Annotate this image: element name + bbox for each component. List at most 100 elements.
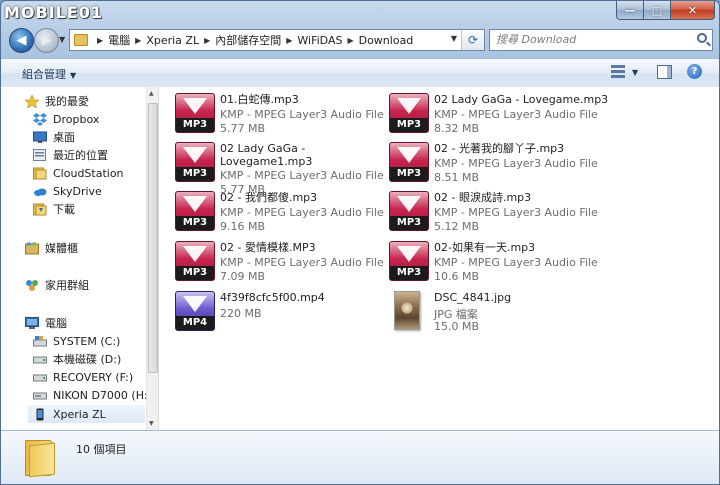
file-type: KMP - MPEG Layer3 Audio File	[434, 108, 598, 121]
file-item[interactable]: MP3 01.白蛇傳.mp3 KMP - MPEG Layer3 Audio F…	[158, 89, 384, 135]
watermark-logo: MOBILE01	[4, 3, 104, 22]
change-view-icon[interactable]	[611, 65, 625, 79]
address-history-dropdown[interactable]: ▼	[451, 34, 457, 43]
file-item[interactable]: MP3 02-如果有一天.mp3 KMP - MPEG Layer3 Audio…	[372, 237, 598, 283]
file-size: 7.09 MB	[220, 270, 266, 283]
file-size: 15.0 MB	[434, 320, 480, 333]
recent-pages-dropdown[interactable]: ▼	[59, 35, 65, 44]
file-type: KMP - MPEG Layer3 Audio File	[434, 157, 598, 170]
file-item[interactable]: DSC_4841.jpg JPG 檔案 15.0 MB	[372, 287, 582, 333]
nav-label: CloudStation	[53, 166, 124, 180]
navigation-pane[interactable]: 我的最愛 Dropbox 桌面 最近的位置 CloudStation SkyDr…	[1, 87, 146, 430]
refresh-button[interactable]: ⟳	[461, 30, 484, 50]
nav-item-recent-places[interactable]: 最近的位置	[33, 146, 145, 164]
desktop-icon	[33, 131, 47, 144]
nav-item-desktop[interactable]: 桌面	[33, 128, 145, 146]
mp3-file-icon: MP3	[175, 142, 215, 182]
file-item[interactable]: MP3 02 - 愛情模樣.MP3 KMP - MPEG Layer3 Audi…	[158, 237, 384, 283]
nav-item-skydrive[interactable]: SkyDrive	[33, 182, 145, 200]
file-list: MP3 01.白蛇傳.mp3 KMP - MPEG Layer3 Audio F…	[158, 87, 719, 430]
nav-label: 媒體櫃	[45, 242, 78, 255]
nav-label: Dropbox	[53, 112, 100, 126]
mp3-file-icon: MP3	[175, 241, 215, 281]
breadcrumb-computer[interactable]: 電腦	[108, 32, 130, 48]
file-name: 02 - 愛情模樣.MP3	[220, 241, 316, 254]
refresh-icon: ⟳	[467, 33, 479, 47]
nav-item-drive-f[interactable]: RECOVERY (F:)	[33, 368, 145, 386]
dropbox-icon	[33, 112, 47, 126]
nav-favorites[interactable]: 我的最愛	[24, 92, 145, 110]
chevron-right-icon[interactable]: ▶	[97, 36, 103, 45]
phone-icon	[33, 408, 47, 421]
address-bar[interactable]: ▶ 電腦 ▶ Xperia ZL ▶ 內部儲存空間 ▶ WiFiDAS ▶ Do…	[69, 29, 485, 51]
file-size: 220 MB	[220, 307, 262, 320]
content-area: 我的最愛 Dropbox 桌面 最近的位置 CloudStation SkyDr…	[1, 87, 719, 430]
scrollbar-thumb[interactable]	[148, 103, 158, 373]
breadcrumb-storage[interactable]: 內部儲存空間	[215, 32, 281, 48]
preview-pane-icon[interactable]	[657, 65, 672, 79]
chevron-right-icon[interactable]: ▶	[135, 36, 141, 45]
computer-icon	[25, 316, 39, 330]
recent-places-icon	[33, 148, 47, 162]
breadcrumb-download[interactable]: Download	[359, 34, 414, 47]
nav-libraries[interactable]: 媒體櫃	[25, 239, 145, 257]
title-bar[interactable]: MOBILE01 — □ ✕	[1, 1, 719, 25]
file-size: 5.12 MB	[434, 220, 480, 233]
folder-icon	[25, 438, 55, 478]
breadcrumb-wifidas[interactable]: WiFiDAS	[297, 34, 342, 47]
help-icon[interactable]: ?	[687, 64, 702, 79]
cloud-icon	[33, 185, 47, 198]
nav-label: 我的最愛	[45, 95, 89, 108]
scroll-down-icon[interactable]: ▼	[149, 420, 154, 427]
breadcrumb-device[interactable]: Xperia ZL	[146, 34, 199, 47]
close-button[interactable]: ✕	[671, 1, 715, 20]
chevron-right-icon[interactable]: ▶	[286, 36, 292, 45]
nav-item-downloads[interactable]: 下載	[33, 200, 145, 218]
chevron-right-icon[interactable]: ▶	[204, 36, 210, 45]
explorer-window: MOBILE01 — □ ✕ ◀ ▶ ▼ ▶ 電腦 ▶ Xperia ZL ▶ …	[0, 0, 720, 485]
nav-item-drive-h[interactable]: NIKON D7000 (H:)	[33, 386, 146, 404]
nav-computer[interactable]: 電腦	[25, 314, 145, 332]
file-item[interactable]: MP3 02 - 光著我的腳丫子.mp3 KMP - MPEG Layer3 A…	[372, 138, 598, 184]
chevron-right-icon[interactable]: ▶	[347, 36, 353, 45]
maximize-button[interactable]: □	[644, 1, 671, 20]
file-size: 9.16 MB	[220, 220, 266, 233]
organize-menu[interactable]: 組合管理 ▼	[22, 66, 76, 82]
file-name: DSC_4841.jpg	[434, 291, 512, 304]
image-thumbnail	[394, 291, 420, 330]
nav-item-drive-d[interactable]: 本機磁碟 (D:)	[33, 350, 145, 368]
back-button[interactable]: ◀	[9, 28, 34, 53]
nav-label: SYSTEM (C:)	[53, 334, 121, 348]
mp3-file-icon: MP3	[175, 93, 215, 133]
search-input[interactable]	[490, 30, 686, 48]
nav-item-cloudstation[interactable]: CloudStation	[33, 164, 145, 182]
scroll-up-icon[interactable]: ▲	[149, 90, 154, 97]
file-name: 02 - 眼淚成詩.mp3	[434, 191, 532, 204]
search-icon[interactable]	[697, 33, 707, 43]
nav-label: 下載	[53, 203, 75, 216]
mp3-file-icon: MP3	[389, 142, 429, 182]
search-box[interactable]	[489, 29, 713, 51]
file-size: 5.77 MB	[220, 122, 266, 135]
hard-drive-icon	[33, 371, 47, 384]
file-name: 02-如果有一天.mp3	[434, 241, 536, 254]
forward-button[interactable]: ▶	[34, 28, 59, 53]
nav-item-drive-c[interactable]: SYSTEM (C:)	[33, 332, 145, 350]
window-controls: — □ ✕	[616, 1, 715, 20]
nav-label: Xperia ZL	[53, 407, 106, 421]
file-item[interactable]: MP3 02 Lady GaGa - Lovegame.mp3 KMP - MP…	[372, 89, 608, 135]
nav-label: NIKON D7000 (H:)	[53, 388, 146, 402]
nav-homegroup[interactable]: 家用群組	[25, 276, 145, 294]
file-item[interactable]: MP3 02 - 我們都傻.mp3 KMP - MPEG Layer3 Audi…	[158, 187, 384, 233]
details-pane: 10 個項目	[1, 430, 719, 484]
nav-item-xperia-zl[interactable]: Xperia ZL	[28, 405, 145, 423]
view-options-dropdown[interactable]: ▼	[632, 68, 638, 77]
file-item[interactable]: MP3 02 Lady GaGa - Lovegame1.mp3 KMP - M…	[158, 138, 384, 196]
mp4-file-icon: MP4	[175, 291, 215, 331]
file-item[interactable]: MP4 4f39f8cfc5f00.mp4 220 MB	[158, 287, 368, 333]
file-type: KMP - MPEG Layer3 Audio File	[220, 108, 384, 121]
nav-item-dropbox[interactable]: Dropbox	[33, 110, 145, 128]
file-item[interactable]: MP3 02 - 眼淚成詩.mp3 KMP - MPEG Layer3 Audi…	[372, 187, 598, 233]
file-name: 02 Lady GaGa - Lovegame1.mp3	[220, 142, 313, 168]
minimize-button[interactable]: —	[616, 1, 644, 20]
